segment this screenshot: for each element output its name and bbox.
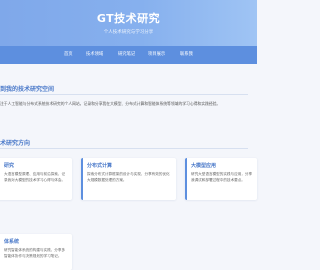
main-nav: 首页 技术领域 研究笔记 项目展示 联系我 — [0, 46, 257, 64]
welcome-text: 注于人工智能与分布式系统技术研究的个人网站，记录和分享我在大模型、分布式计算和智… — [0, 101, 221, 106]
directions-divider — [0, 148, 248, 149]
direction-card[interactable]: 体系统 研究智能体系统的构建与实践，分享多智能体协作与决策规划的学习笔记。 — [0, 234, 72, 270]
direction-card[interactable]: 分布式计算 探索分布式计算框架的设计与实现，分享有效的优化大规模数据处理的方案。 — [81, 158, 176, 200]
nav-item-home[interactable]: 首页 — [64, 46, 73, 64]
direction-card-title: 体系统 — [4, 239, 20, 245]
direction-card-desc: 研究智能体系统的构建与实践，分享多智能体协作与决策规划的学习笔记。 — [4, 248, 66, 258]
site-subtitle: 个人技术研究与学习分享 — [103, 30, 154, 35]
nav-item-tech-fields[interactable]: 技术领域 — [86, 46, 103, 64]
welcome-heading: 到我的技术研究空间 — [0, 86, 55, 93]
direction-card-title: 分布式计算 — [87, 163, 113, 169]
direction-card-desc: 探索分布式计算框架的设计与实现，分享有效的优化大规模数据处理的方案。 — [87, 172, 170, 182]
nav-item-contact[interactable]: 联系我 — [180, 46, 193, 64]
welcome-divider — [0, 94, 248, 95]
hero-banner: GT技术研究 个人技术研究与学习分享 — [0, 0, 257, 46]
directions-heading: 术研究方向 — [0, 140, 31, 147]
direction-card[interactable]: 大模型应用 研究大型语言模型的实践与应用，分享我调试和部署过程中的技术要点。 — [185, 158, 257, 200]
direction-card-desc: 大语言模型原理、应用与前沿探索，记录我对大模型的技术学习心得与体会。 — [4, 172, 66, 182]
direction-card-title: 研究 — [4, 163, 15, 169]
direction-card-title: 大模型应用 — [191, 163, 217, 169]
nav-item-research-notes[interactable]: 研究笔记 — [118, 46, 135, 64]
direction-card[interactable]: 研究 大语言模型原理、应用与前沿探索，记录我对大模型的技术学习心得与体会。 — [0, 158, 72, 200]
nav-item-projects[interactable]: 项目展示 — [148, 46, 165, 64]
direction-card-desc: 研究大型语言模型的实践与应用，分享我调试和部署过程中的技术要点。 — [191, 172, 253, 182]
site-title: GT技术研究 — [96, 12, 161, 25]
